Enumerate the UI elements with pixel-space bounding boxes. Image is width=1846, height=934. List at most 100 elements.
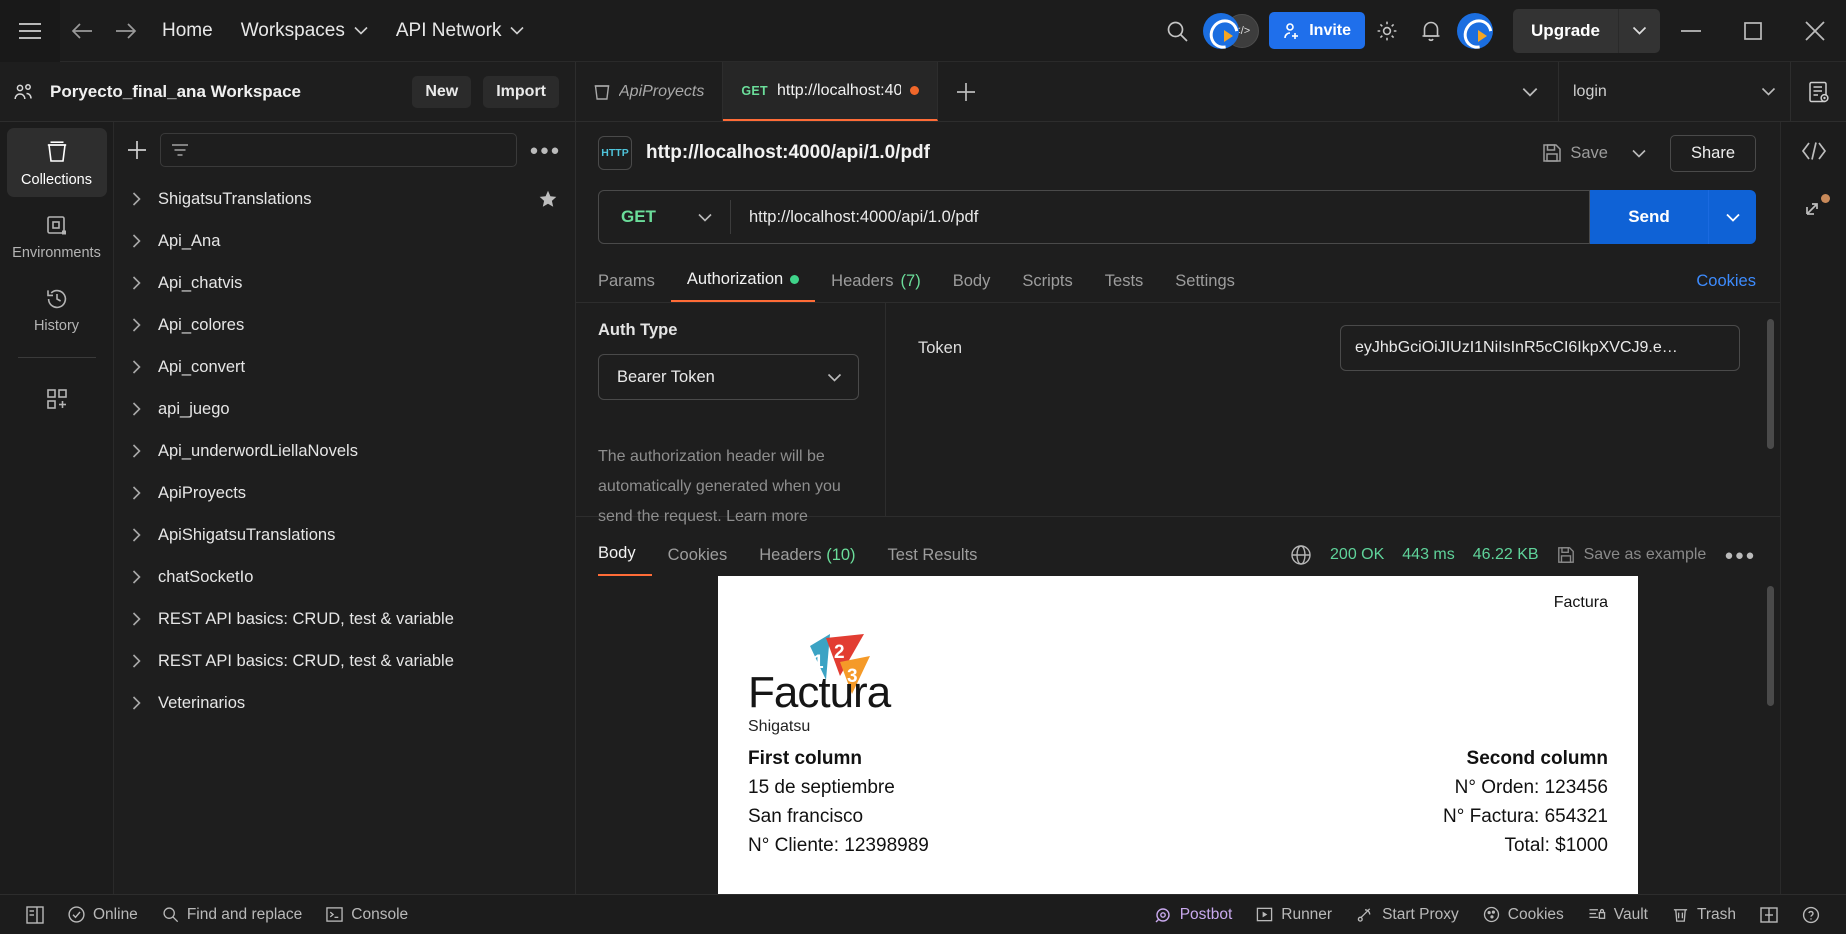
start-proxy-button[interactable]: Start Proxy bbox=[1344, 906, 1471, 924]
help-icon[interactable] bbox=[1790, 906, 1832, 924]
tab-headers[interactable]: Headers (7) bbox=[815, 272, 937, 302]
list-item[interactable]: ApiShigatsuTranslations bbox=[114, 514, 575, 556]
send-options-chevron-down-icon[interactable] bbox=[1708, 190, 1756, 244]
list-item[interactable]: Api_Ana bbox=[114, 220, 575, 262]
sidebar-toggle-icon[interactable] bbox=[14, 905, 56, 924]
tab-params[interactable]: Params bbox=[598, 272, 671, 302]
find-and-replace-button[interactable]: Find and replace bbox=[150, 906, 314, 924]
search-input[interactable] bbox=[160, 133, 518, 167]
globe-icon[interactable] bbox=[1290, 544, 1312, 566]
postman-avatar-icon bbox=[1457, 12, 1494, 49]
arrow-right-icon[interactable] bbox=[104, 0, 148, 62]
plus-icon[interactable] bbox=[126, 139, 148, 161]
vault-button[interactable]: Vault bbox=[1576, 906, 1660, 924]
trash-label: Trash bbox=[1696, 905, 1736, 923]
invite-button[interactable]: Invite bbox=[1269, 12, 1366, 49]
gear-icon[interactable] bbox=[1365, 0, 1409, 62]
nav-home[interactable]: Home bbox=[148, 0, 227, 62]
url-input[interactable]: http://localhost:4000/api/1.0/pdf bbox=[731, 208, 1589, 227]
tab-request-pdf[interactable]: GET http://localhost:4000/a bbox=[723, 62, 939, 121]
user-avatar[interactable] bbox=[1453, 0, 1497, 62]
postbot-button[interactable]: Postbot bbox=[1142, 906, 1245, 924]
environment-selector[interactable]: login bbox=[1558, 62, 1790, 121]
maximize-icon[interactable] bbox=[1722, 0, 1784, 62]
more-options-icon[interactable]: ●●● bbox=[529, 142, 561, 159]
console-icon bbox=[326, 906, 343, 923]
sidebar-item-history[interactable]: History bbox=[7, 276, 107, 343]
import-button[interactable]: Import bbox=[483, 75, 559, 108]
chevron-down-icon bbox=[510, 26, 525, 35]
search-icon[interactable] bbox=[1155, 0, 1199, 62]
cookies-link[interactable]: Cookies bbox=[1696, 272, 1756, 302]
chevron-down-icon[interactable] bbox=[1618, 8, 1660, 53]
minimize-icon[interactable] bbox=[1660, 0, 1722, 62]
status-bar: Online Find and replace Console Postbot bbox=[0, 894, 1846, 934]
sync-status-icon[interactable] bbox=[1802, 194, 1830, 222]
nav-workspaces[interactable]: Workspaces bbox=[227, 0, 382, 62]
close-icon[interactable] bbox=[1784, 0, 1846, 62]
avatar-group[interactable]: </> bbox=[1203, 12, 1260, 49]
chevron-right-icon bbox=[132, 234, 144, 248]
send-button[interactable]: Send bbox=[1590, 190, 1708, 244]
pdf-left-line: N° Cliente: 12398989 bbox=[748, 835, 929, 856]
token-input[interactable]: eyJhbGciOiJIUzI1NiIsInR5cCI6IkpXVCJ9.e… bbox=[1340, 325, 1740, 371]
auth-type-select[interactable]: Bearer Token bbox=[598, 354, 859, 400]
new-button[interactable]: New bbox=[412, 75, 472, 108]
response-scrollbar[interactable] bbox=[1767, 586, 1774, 706]
new-tab-button[interactable] bbox=[938, 62, 994, 121]
sidebar-item-environments[interactable]: Environments bbox=[7, 203, 107, 270]
hamburger-icon[interactable] bbox=[0, 0, 60, 62]
runner-button[interactable]: Runner bbox=[1244, 906, 1344, 924]
save-button[interactable]: Save bbox=[1542, 143, 1608, 163]
tab-settings[interactable]: Settings bbox=[1159, 272, 1251, 302]
upgrade-button[interactable]: Upgrade bbox=[1513, 8, 1618, 53]
response-tab-headers[interactable]: Headers (10) bbox=[743, 546, 871, 576]
sidebar-item-collections[interactable]: Collections bbox=[6, 128, 107, 197]
tab-authorization[interactable]: Authorization bbox=[670, 270, 816, 302]
layout-icon[interactable] bbox=[1748, 906, 1790, 923]
response-tab-body[interactable]: Body bbox=[598, 544, 652, 576]
trash-button[interactable]: Trash bbox=[1660, 906, 1748, 924]
list-item[interactable]: ApiProyects bbox=[114, 472, 575, 514]
console-button[interactable]: Console bbox=[314, 906, 420, 924]
environment-quick-look-icon[interactable] bbox=[1790, 62, 1846, 121]
tab-method-label: GET bbox=[741, 83, 768, 98]
tab-body[interactable]: Body bbox=[937, 272, 1007, 302]
response-tab-cookies[interactable]: Cookies bbox=[652, 546, 744, 576]
tab-scripts[interactable]: Scripts bbox=[1006, 272, 1088, 302]
tab-tests[interactable]: Tests bbox=[1089, 272, 1160, 302]
list-item[interactable]: Api_colores bbox=[114, 304, 575, 346]
auth-configured-dot bbox=[790, 275, 800, 284]
auth-scrollbar[interactable] bbox=[1767, 319, 1774, 449]
list-item[interactable]: Veterinarios bbox=[114, 682, 575, 724]
list-item[interactable]: Api_underwordLiellaNovels bbox=[114, 430, 575, 472]
tab-label: Headers bbox=[831, 272, 894, 290]
list-item[interactable]: REST API basics: CRUD, test & variable bbox=[114, 640, 575, 682]
list-item[interactable]: REST API basics: CRUD, test & variable bbox=[114, 598, 575, 640]
chevron-down-icon[interactable] bbox=[1622, 136, 1656, 170]
tab-api-proyects[interactable]: ApiProyects bbox=[576, 62, 724, 121]
method-selector[interactable]: GET bbox=[599, 207, 730, 227]
sidebar-item-label: Environments bbox=[12, 245, 101, 261]
list-item[interactable]: chatSocketIo bbox=[114, 556, 575, 598]
list-item[interactable]: Api_convert bbox=[114, 346, 575, 388]
share-button[interactable]: Share bbox=[1669, 134, 1756, 172]
response-tab-test-results[interactable]: Test Results bbox=[872, 546, 994, 576]
tabs-overflow-chevron-down-icon[interactable] bbox=[1502, 62, 1558, 121]
find-and-replace-label: Find and replace bbox=[186, 905, 303, 923]
save-as-example-button[interactable]: Save as example bbox=[1557, 546, 1706, 564]
add-apps-icon[interactable] bbox=[7, 376, 107, 420]
more-options-icon[interactable]: ●●● bbox=[1724, 547, 1756, 564]
list-item[interactable]: api_juego bbox=[114, 388, 575, 430]
online-status[interactable]: Online bbox=[56, 906, 150, 924]
bell-icon[interactable] bbox=[1409, 0, 1453, 62]
rail-divider bbox=[17, 357, 96, 358]
cookies-button[interactable]: Cookies bbox=[1471, 906, 1576, 924]
main-body: Collections Environments History ●●● Shi… bbox=[0, 122, 1846, 894]
arrow-left-icon[interactable] bbox=[60, 0, 104, 62]
nav-api-network[interactable]: API Network bbox=[382, 0, 539, 62]
list-item[interactable]: Api_chatvis bbox=[114, 262, 575, 304]
star-icon[interactable] bbox=[539, 190, 557, 208]
list-item[interactable]: ShigatsuTranslations bbox=[114, 178, 575, 220]
code-snippet-icon[interactable] bbox=[1801, 140, 1827, 162]
